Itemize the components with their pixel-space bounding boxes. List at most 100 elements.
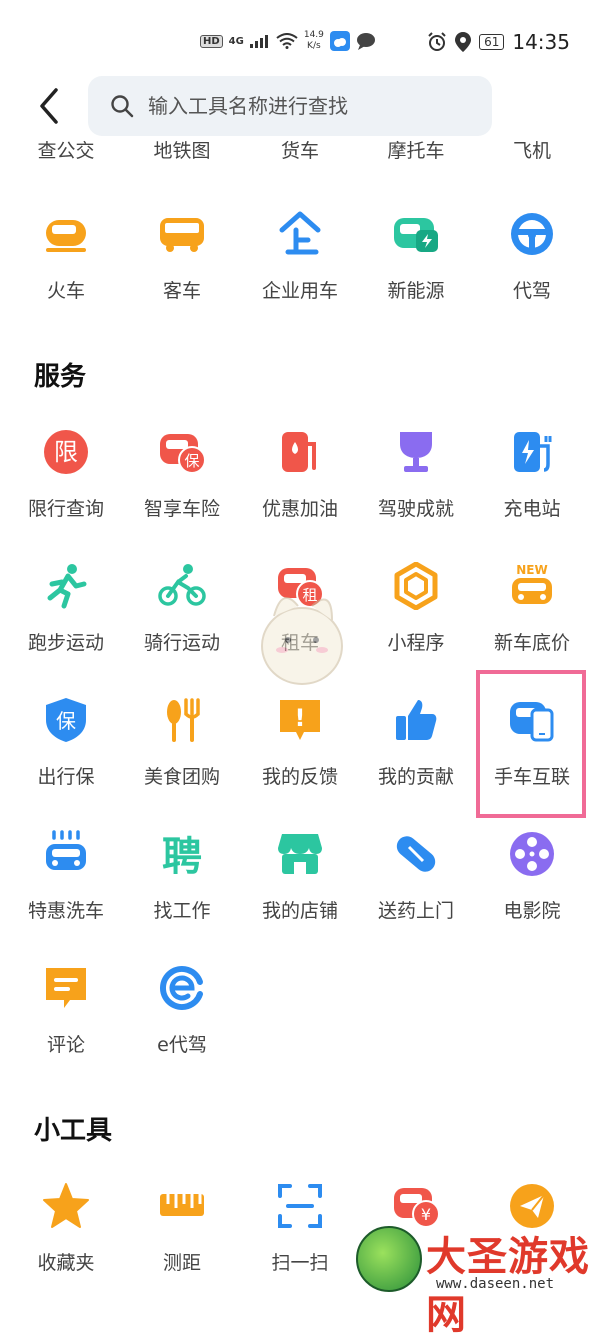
train-icon: [46, 220, 86, 252]
tool-item-mini-program[interactable]: 小程序: [358, 562, 474, 682]
tool-item-favorites[interactable]: 收藏夹: [8, 1182, 124, 1302]
tool-item-job[interactable]: 聘 找工作: [124, 830, 240, 950]
tool-label: 骑行运动: [143, 632, 220, 654]
tool-item-running[interactable]: 跑步运动: [8, 562, 124, 682]
tool-label: 代驾: [512, 280, 551, 302]
tool-label: 找工作: [153, 900, 211, 922]
tool-label: 火车: [46, 280, 85, 302]
tool-item-cinema[interactable]: 电影院: [474, 830, 590, 950]
cut-item-label[interactable]: 摩托车: [358, 138, 474, 162]
watermark-url: www.daseen.net: [436, 1276, 555, 1292]
services-row: 限 限行查询 保 智享车险 优惠加油 驾驶成就 充电站: [0, 428, 600, 548]
net-speed-unit: K/s: [307, 41, 321, 51]
net-speed: 14.9 K/s: [304, 30, 324, 52]
tool-item-contribution[interactable]: 我的贡献: [358, 696, 474, 816]
tool-label: 评论: [46, 1034, 85, 1056]
tool-label: 客车: [162, 280, 201, 302]
tool-item-feedback[interactable]: ! 我的反馈: [242, 696, 358, 816]
highlight-frame: [476, 670, 586, 818]
header: [0, 72, 600, 142]
wifi-icon: [276, 33, 298, 49]
net-speed-value: 14.9: [303, 30, 324, 40]
tool-label: 测距: [162, 1252, 201, 1274]
tool-item-insurance[interactable]: 保 智享车险: [124, 428, 240, 548]
weather-icon: [329, 31, 350, 51]
ev-car-icon: [394, 218, 438, 252]
comment-icon: [46, 968, 86, 1008]
tool-item-car-wash[interactable]: 特惠洗车: [8, 830, 124, 950]
status-left: HD 4G 14.9 K/s: [200, 30, 376, 52]
shop-icon: [278, 834, 322, 874]
tool-item-medicine[interactable]: 送药上门: [358, 830, 474, 950]
tool-item-restriction[interactable]: 限 限行查询: [8, 428, 124, 548]
tool-label: 电影院: [503, 900, 561, 922]
battery-indicator: 61: [479, 34, 505, 50]
tool-item-driver[interactable]: 代驾: [474, 210, 590, 330]
tool-item-enterprise-car[interactable]: 企业用车: [242, 210, 358, 330]
search-icon: [111, 95, 134, 118]
search-input[interactable]: [146, 93, 480, 119]
job-icon: 聘: [162, 834, 202, 878]
tool-item-travel-insurance[interactable]: 保 出行保: [8, 696, 124, 816]
cut-item-label[interactable]: 地铁图: [124, 138, 240, 162]
tool-label: 我的店铺: [261, 900, 338, 922]
tool-item-new-car-price[interactable]: NEW 新车底价: [474, 562, 590, 682]
restriction-icon: 限: [44, 430, 88, 474]
cut-item-label[interactable]: 查公交: [8, 138, 124, 162]
tool-label: 送药上门: [377, 900, 454, 922]
car-insurance-icon: 保: [160, 434, 206, 474]
status-right: 61 14:35: [427, 30, 570, 54]
thumbs-up-icon: [396, 700, 437, 740]
enterprise-car-icon: [279, 211, 321, 255]
cut-item-label[interactable]: 货车: [242, 138, 358, 162]
film-reel-icon: [510, 832, 554, 876]
watermark: 大圣游戏网 www.daseen.net: [350, 1212, 600, 1338]
status-bar: HD 4G 14.9 K/s 61 14:35: [0, 0, 600, 72]
tool-label: 我的贡献: [377, 766, 454, 788]
search-bar[interactable]: [88, 76, 492, 136]
feedback-icon: !: [280, 700, 320, 740]
tool-item-e-driver[interactable]: e代驾: [124, 964, 240, 1084]
tool-item-food[interactable]: 美食团购: [124, 696, 240, 816]
job-badge: 聘: [162, 834, 202, 878]
star-icon: [43, 1183, 89, 1228]
tool-item-achievement[interactable]: 驾驶成就: [358, 428, 474, 548]
cut-item-label[interactable]: 飞机: [474, 138, 590, 162]
tool-item-scan[interactable]: 扫一扫: [242, 1182, 358, 1302]
tool-item-comment[interactable]: 评论: [8, 964, 124, 1084]
cycling-icon: [158, 564, 206, 606]
fuel-pump-icon: [282, 432, 316, 472]
ruler-icon: [160, 1194, 204, 1216]
new-badge: NEW: [516, 563, 547, 577]
tool-item-shop[interactable]: 我的店铺: [242, 830, 358, 950]
tool-label: 驾驶成就: [377, 498, 454, 520]
car-wash-icon: [46, 830, 86, 870]
hd-indicator: HD: [200, 34, 223, 48]
tool-label: 我的反馈: [261, 766, 338, 788]
shield-icon: 保: [46, 698, 86, 742]
running-icon: [47, 564, 87, 609]
charging-station-icon: [514, 432, 552, 472]
services-row: 评论 e代驾: [0, 964, 600, 1084]
tool-item-cycling[interactable]: 骑行运动: [124, 562, 240, 682]
tool-item-train[interactable]: 火车: [8, 210, 124, 330]
restriction-badge: 限: [54, 438, 78, 466]
e-driver-icon: [159, 966, 203, 1010]
network-indicator: 4G: [228, 35, 244, 47]
tool-label: 智享车险: [143, 498, 220, 520]
feedback-badge: !: [295, 704, 306, 732]
tool-label: 收藏夹: [37, 1252, 95, 1274]
tool-label: e代驾: [157, 1034, 207, 1056]
tool-label: 优惠加油: [261, 498, 338, 520]
tool-item-charging[interactable]: 充电站: [474, 428, 590, 548]
pill-icon: [396, 836, 436, 872]
scan-icon: [278, 1184, 322, 1228]
tool-label: 跑步运动: [27, 632, 104, 654]
tool-item-ev[interactable]: 新能源: [358, 210, 474, 330]
watermark-logo-icon: [356, 1226, 422, 1292]
tool-item-distance[interactable]: 测距: [124, 1182, 240, 1302]
tool-item-bus[interactable]: 客车: [124, 210, 240, 330]
back-button[interactable]: [32, 86, 68, 126]
tools-title: 小工具: [34, 1116, 113, 1146]
tool-item-fuel[interactable]: 优惠加油: [242, 428, 358, 548]
